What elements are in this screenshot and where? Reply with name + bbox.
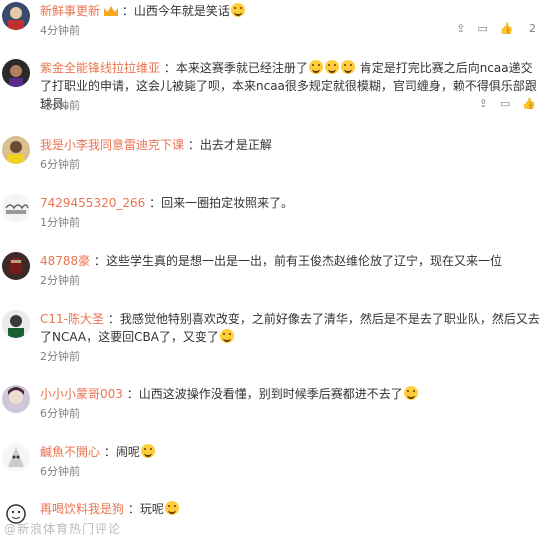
comment-time: 2分钟前 [40, 274, 80, 287]
like-button[interactable]: 👍 [522, 97, 536, 110]
comment-body: ：山西这波操作没看懂，别到时候季后赛都进不去了 [126, 387, 403, 401]
grin-emoji-icon [219, 329, 234, 343]
comment-body: ：这些学生真的是想一出是一出，前有王俊杰赵维伦放了辽宁，现在又来一位 [94, 254, 503, 268]
watermark: @新浪体育热门评论 [4, 522, 122, 536]
comment-body: ：出去才是正解 [187, 138, 272, 152]
avatar[interactable] [2, 310, 30, 338]
comment-username[interactable]: C11-陈大圣 [40, 312, 104, 326]
comment-username[interactable]: 鹹魚不開心 [40, 445, 100, 459]
comment-body: ：闹呢 [103, 445, 140, 459]
laugh-emoji-icon [324, 60, 339, 74]
comment-body: ：我感觉他特别喜欢改变，之前好像去了清华，然后是不是去了职业队，然后又去了NCA… [40, 312, 540, 344]
comment-icon[interactable]: ▭ [500, 97, 510, 110]
laugh-emoji-icon [308, 60, 323, 74]
comment-username[interactable]: 7429455320_266 [40, 196, 145, 210]
comment-text: 7429455320_266 ：回来一圈拍定妆照来了。 [40, 194, 540, 212]
laugh-emoji-icon [230, 3, 245, 17]
comment-time: 2分钟前 [40, 350, 80, 363]
comment-username[interactable]: 再喝饮料我是狗 [40, 502, 124, 516]
comment-text: 鹹魚不開心 ：闹呢 [40, 443, 540, 461]
comment-actions: ⇪ ▭ 👍 [467, 97, 536, 110]
comment-text: 新鲜事更新 ：山西今年就是笑话 [40, 2, 540, 20]
comment-username[interactable]: 新鲜事更新 [40, 4, 100, 18]
avatar[interactable] [2, 59, 30, 87]
comment-actions: ⇪ ▭ 👍 2 [444, 22, 536, 35]
comment-text: 我是小李我同意雷迪克下课 ：出去才是正解 [40, 136, 540, 154]
comment-body: ：回来一圈拍定妆照来了。 [149, 196, 294, 210]
avatar[interactable] [2, 252, 30, 280]
avatar[interactable] [2, 194, 30, 222]
comment-text: 48788豪 ：这些学生真的是想一出是一出，前有王俊杰赵维伦放了辽宁，现在又来一… [40, 252, 540, 270]
avatar[interactable] [2, 136, 30, 164]
comment-text: C11-陈大圣 ：我感觉他特别喜欢改变，之前好像去了清华，然后是不是去了职业队，… [40, 310, 540, 346]
comment-time: 1分钟前 [40, 216, 80, 229]
avatar[interactable] [2, 443, 30, 471]
comment-body: ：玩呢 [127, 502, 164, 516]
comment-time: 6分钟前 [40, 158, 80, 171]
comment-time: 4分钟前 [40, 24, 80, 37]
comment-icon[interactable]: ▭ [477, 22, 487, 35]
like-count: 2 [529, 22, 536, 35]
avatar[interactable] [2, 2, 30, 30]
comment-time: 6分钟前 [40, 465, 80, 478]
comment-text: 紫金全能锋线拉拉维亚 ：本来这赛季就已经注册了 肯定是打完比赛之后向ncaa递交… [40, 59, 540, 113]
laugh-emoji-icon [140, 444, 155, 458]
comment-username[interactable]: 小小小蒙哥003 [40, 387, 123, 401]
comment-time: 3分钟前 [40, 99, 80, 112]
comment-text: 小小小蒙哥003 ：山西这波操作没看懂，别到时候季后赛都进不去了 [40, 385, 540, 403]
comment-username[interactable]: 紫金全能锋线拉拉维亚 [40, 61, 160, 75]
comment-username[interactable]: 48788豪 [40, 254, 90, 268]
comment-text: 再喝饮料我是狗 ：玩呢 [40, 500, 540, 518]
crown-badge-icon [104, 6, 119, 16]
comment-time: 6分钟前 [40, 407, 80, 420]
like-button[interactable]: 👍 2 [500, 22, 536, 35]
share-icon[interactable]: ⇪ [479, 97, 488, 110]
share-icon[interactable]: ⇪ [456, 22, 465, 35]
laugh-emoji-icon [340, 60, 355, 74]
comment-body: ：本来这赛季就已经注册了 [163, 61, 308, 75]
comment-body: ：山西今年就是笑话 [121, 4, 230, 18]
laugh-emoji-icon [403, 386, 418, 400]
avatar[interactable] [2, 385, 30, 413]
smirk-emoji-icon [164, 501, 179, 515]
comment-username[interactable]: 我是小李我同意雷迪克下课 [40, 138, 184, 152]
